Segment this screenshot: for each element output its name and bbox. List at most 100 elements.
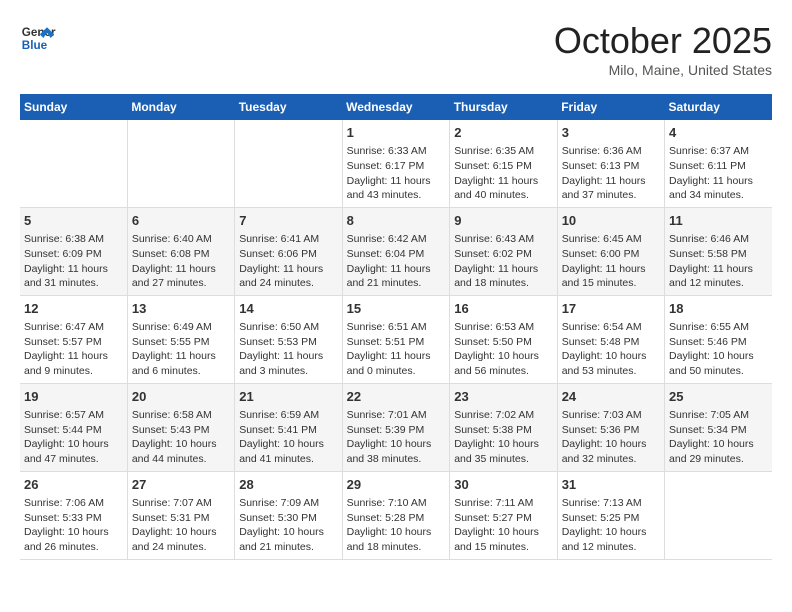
calendar-cell <box>20 120 127 207</box>
day-info: Sunrise: 6:37 AM Sunset: 6:11 PM Dayligh… <box>669 144 768 203</box>
day-number: 9 <box>454 212 552 230</box>
days-header-row: SundayMondayTuesdayWednesdayThursdayFrid… <box>20 94 772 120</box>
day-info: Sunrise: 6:53 AM Sunset: 5:50 PM Dayligh… <box>454 320 552 379</box>
week-row-4: 19 Sunrise: 6:57 AM Sunset: 5:44 PM Dayli… <box>20 383 772 471</box>
day-info: Sunrise: 6:51 AM Sunset: 5:51 PM Dayligh… <box>347 320 446 379</box>
day-number: 28 <box>239 476 337 494</box>
day-info: Sunrise: 6:58 AM Sunset: 5:43 PM Dayligh… <box>132 408 230 467</box>
calendar-cell: 16 Sunrise: 6:53 AM Sunset: 5:50 PM Dayli… <box>450 295 557 383</box>
calendar-cell: 26 Sunrise: 7:06 AM Sunset: 5:33 PM Dayli… <box>20 471 127 559</box>
svg-text:Blue: Blue <box>22 39 48 52</box>
day-info: Sunrise: 6:50 AM Sunset: 5:53 PM Dayligh… <box>239 320 337 379</box>
month-title: October 2025 <box>554 20 772 62</box>
week-row-2: 5Sunrise: 6:38 AM Sunset: 6:09 PM Daylig… <box>20 207 772 295</box>
day-number: 6 <box>132 212 230 230</box>
calendar-cell: 18 Sunrise: 6:55 AM Sunset: 5:46 PM Dayli… <box>665 295 772 383</box>
day-number: 19 <box>24 388 123 406</box>
day-number: 12 <box>24 300 123 318</box>
calendar-cell: 27 Sunrise: 7:07 AM Sunset: 5:31 PM Dayli… <box>127 471 234 559</box>
day-info: Sunrise: 7:01 AM Sunset: 5:39 PM Dayligh… <box>347 408 446 467</box>
day-info: Sunrise: 6:46 AM Sunset: 5:58 PM Dayligh… <box>669 232 768 291</box>
day-info: Sunrise: 7:06 AM Sunset: 5:33 PM Dayligh… <box>24 496 123 555</box>
day-info: Sunrise: 7:13 AM Sunset: 5:25 PM Dayligh… <box>562 496 660 555</box>
calendar-cell: 19 Sunrise: 6:57 AM Sunset: 5:44 PM Dayli… <box>20 383 127 471</box>
calendar-cell: 20 Sunrise: 6:58 AM Sunset: 5:43 PM Dayli… <box>127 383 234 471</box>
day-info: Sunrise: 6:55 AM Sunset: 5:46 PM Dayligh… <box>669 320 768 379</box>
day-header-saturday: Saturday <box>665 94 772 120</box>
day-info: Sunrise: 7:03 AM Sunset: 5:36 PM Dayligh… <box>562 408 660 467</box>
calendar-cell: 24 Sunrise: 7:03 AM Sunset: 5:36 PM Dayli… <box>557 383 664 471</box>
day-number: 25 <box>669 388 768 406</box>
day-number: 23 <box>454 388 552 406</box>
calendar-table: SundayMondayTuesdayWednesdayThursdayFrid… <box>20 94 772 560</box>
calendar-cell <box>127 120 234 207</box>
day-number: 1 <box>347 124 446 142</box>
day-number: 22 <box>347 388 446 406</box>
calendar-cell: 6 Sunrise: 6:40 AM Sunset: 6:08 PM Daylig… <box>127 207 234 295</box>
calendar-cell: 25Sunrise: 7:05 AM Sunset: 5:34 PM Dayli… <box>665 383 772 471</box>
page-header: General Blue October 2025 Milo, Maine, U… <box>20 20 772 78</box>
calendar-cell: 12 Sunrise: 6:47 AM Sunset: 5:57 PM Dayli… <box>20 295 127 383</box>
day-number: 24 <box>562 388 660 406</box>
calendar-cell: 31Sunrise: 7:13 AM Sunset: 5:25 PM Dayli… <box>557 471 664 559</box>
day-number: 30 <box>454 476 552 494</box>
calendar-cell: 5Sunrise: 6:38 AM Sunset: 6:09 PM Daylig… <box>20 207 127 295</box>
day-number: 15 <box>347 300 446 318</box>
day-header-sunday: Sunday <box>20 94 127 120</box>
day-info: Sunrise: 6:33 AM Sunset: 6:17 PM Dayligh… <box>347 144 446 203</box>
day-info: Sunrise: 6:59 AM Sunset: 5:41 PM Dayligh… <box>239 408 337 467</box>
day-number: 14 <box>239 300 337 318</box>
calendar-cell: 10Sunrise: 6:45 AM Sunset: 6:00 PM Dayli… <box>557 207 664 295</box>
day-info: Sunrise: 7:11 AM Sunset: 5:27 PM Dayligh… <box>454 496 552 555</box>
day-info: Sunrise: 7:10 AM Sunset: 5:28 PM Dayligh… <box>347 496 446 555</box>
day-header-monday: Monday <box>127 94 234 120</box>
calendar-cell: 1 Sunrise: 6:33 AM Sunset: 6:17 PM Daylig… <box>342 120 450 207</box>
calendar-cell: 13Sunrise: 6:49 AM Sunset: 5:55 PM Dayli… <box>127 295 234 383</box>
calendar-cell: 11 Sunrise: 6:46 AM Sunset: 5:58 PM Dayli… <box>665 207 772 295</box>
calendar-cell: 2Sunrise: 6:35 AM Sunset: 6:15 PM Daylig… <box>450 120 557 207</box>
week-row-5: 26 Sunrise: 7:06 AM Sunset: 5:33 PM Dayli… <box>20 471 772 559</box>
calendar-cell: 9 Sunrise: 6:43 AM Sunset: 6:02 PM Daylig… <box>450 207 557 295</box>
day-number: 26 <box>24 476 123 494</box>
week-row-1: 1 Sunrise: 6:33 AM Sunset: 6:17 PM Daylig… <box>20 120 772 207</box>
calendar-cell: 23 Sunrise: 7:02 AM Sunset: 5:38 PM Dayli… <box>450 383 557 471</box>
day-info: Sunrise: 7:02 AM Sunset: 5:38 PM Dayligh… <box>454 408 552 467</box>
day-number: 13 <box>132 300 230 318</box>
day-info: Sunrise: 7:07 AM Sunset: 5:31 PM Dayligh… <box>132 496 230 555</box>
day-number: 20 <box>132 388 230 406</box>
title-block: October 2025 Milo, Maine, United States <box>554 20 772 78</box>
day-number: 7 <box>239 212 337 230</box>
day-number: 29 <box>347 476 446 494</box>
day-number: 4 <box>669 124 768 142</box>
day-number: 5 <box>24 212 123 230</box>
week-row-3: 12 Sunrise: 6:47 AM Sunset: 5:57 PM Dayli… <box>20 295 772 383</box>
logo: General Blue <box>20 20 56 56</box>
calendar-cell: 7 Sunrise: 6:41 AM Sunset: 6:06 PM Daylig… <box>235 207 342 295</box>
day-number: 21 <box>239 388 337 406</box>
calendar-cell: 22 Sunrise: 7:01 AM Sunset: 5:39 PM Dayli… <box>342 383 450 471</box>
day-info: Sunrise: 6:57 AM Sunset: 5:44 PM Dayligh… <box>24 408 123 467</box>
day-header-tuesday: Tuesday <box>235 94 342 120</box>
day-number: 16 <box>454 300 552 318</box>
calendar-cell: 3Sunrise: 6:36 AM Sunset: 6:13 PM Daylig… <box>557 120 664 207</box>
day-number: 2 <box>454 124 552 142</box>
calendar-cell: 15 Sunrise: 6:51 AM Sunset: 5:51 PM Dayli… <box>342 295 450 383</box>
day-info: Sunrise: 6:43 AM Sunset: 6:02 PM Dayligh… <box>454 232 552 291</box>
day-number: 11 <box>669 212 768 230</box>
day-info: Sunrise: 6:40 AM Sunset: 6:08 PM Dayligh… <box>132 232 230 291</box>
day-number: 18 <box>669 300 768 318</box>
calendar-cell: 30 Sunrise: 7:11 AM Sunset: 5:27 PM Dayli… <box>450 471 557 559</box>
calendar-cell: 4 Sunrise: 6:37 AM Sunset: 6:11 PM Daylig… <box>665 120 772 207</box>
calendar-cell <box>235 120 342 207</box>
day-number: 17 <box>562 300 660 318</box>
calendar-cell: 17 Sunrise: 6:54 AM Sunset: 5:48 PM Dayli… <box>557 295 664 383</box>
day-number: 27 <box>132 476 230 494</box>
calendar-cell: 28Sunrise: 7:09 AM Sunset: 5:30 PM Dayli… <box>235 471 342 559</box>
calendar-cell: 21 Sunrise: 6:59 AM Sunset: 5:41 PM Dayli… <box>235 383 342 471</box>
day-info: Sunrise: 6:45 AM Sunset: 6:00 PM Dayligh… <box>562 232 660 291</box>
day-info: Sunrise: 6:47 AM Sunset: 5:57 PM Dayligh… <box>24 320 123 379</box>
day-info: Sunrise: 6:42 AM Sunset: 6:04 PM Dayligh… <box>347 232 446 291</box>
day-info: Sunrise: 6:54 AM Sunset: 5:48 PM Dayligh… <box>562 320 660 379</box>
day-info: Sunrise: 6:41 AM Sunset: 6:06 PM Dayligh… <box>239 232 337 291</box>
logo-icon: General Blue <box>20 20 56 56</box>
